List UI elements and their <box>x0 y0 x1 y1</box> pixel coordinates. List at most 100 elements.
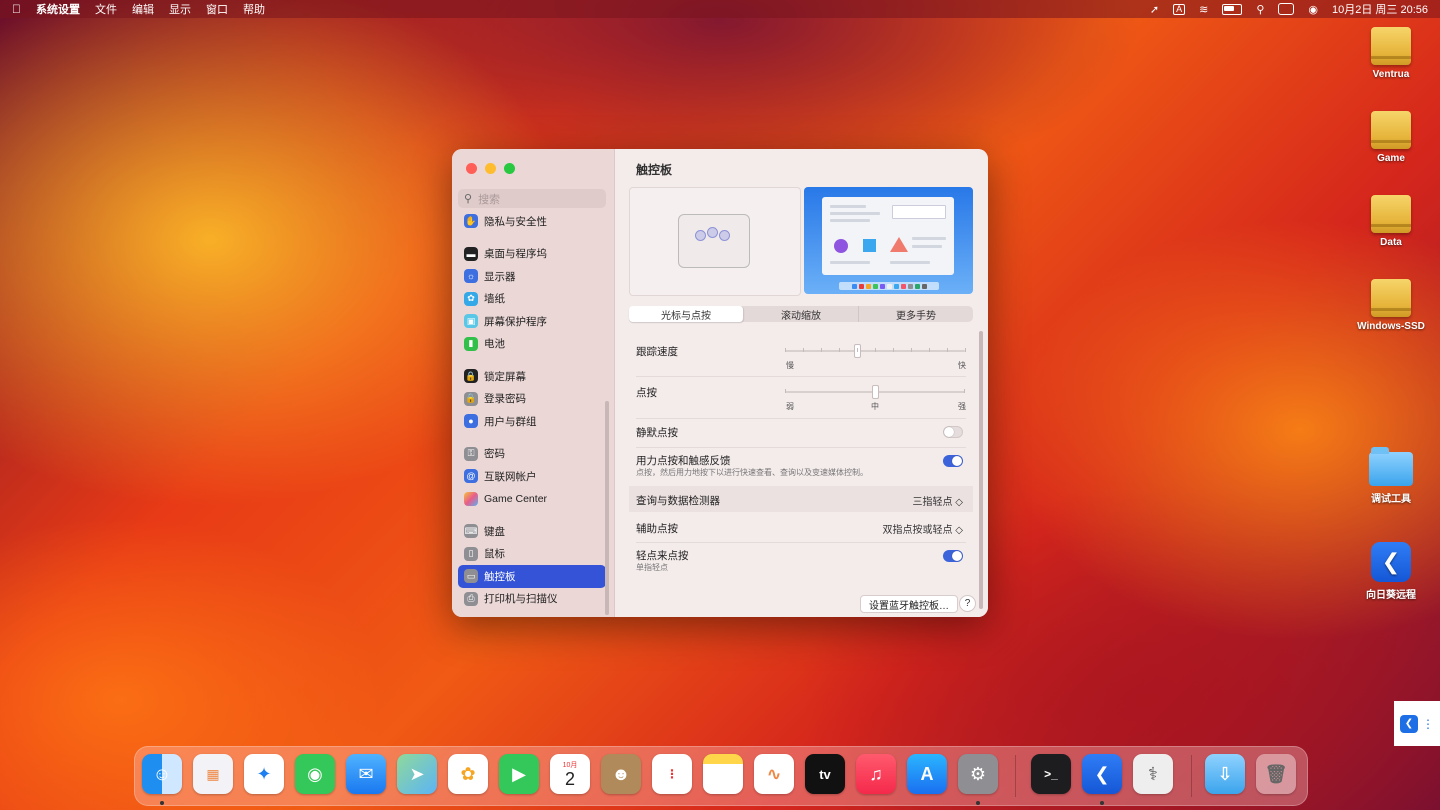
control-center-icon[interactable] <box>1278 3 1295 15</box>
menubar-datetime[interactable]: 10月2日 周三 20:56 <box>1332 1 1428 17</box>
sidebar-item-lock-screen[interactable]: 🔒 锁定屏幕 <box>458 365 606 388</box>
zoom-button[interactable] <box>504 163 515 174</box>
siri-icon[interactable]: ◉ <box>1308 3 1318 16</box>
notes-icon[interactable] <box>703 754 743 794</box>
desktop-drive-ventrua[interactable]: Ventrua <box>1351 27 1431 80</box>
desktop-icon-label: Data <box>1380 237 1402 248</box>
battery-icon[interactable] <box>1222 3 1243 15</box>
music-icon[interactable]: ♫ <box>856 754 896 794</box>
sidebar-item-label: Game Center <box>484 492 548 505</box>
sidebar-item-printers[interactable]: ⎙ 打印机与扫描仪 <box>458 588 606 611</box>
search-input[interactable]: ⚲ 搜索 <box>458 189 606 208</box>
desktop-app-sunlogin[interactable]: ❮ 向日葵远程 <box>1351 542 1431 601</box>
mail-icon[interactable]: ✉ <box>346 754 386 794</box>
setup-bluetooth-trackpad-button[interactable]: 设置蓝牙触控板… <box>860 595 958 613</box>
desktop-drive-data[interactable]: Data <box>1351 195 1431 248</box>
click-pressure-row: 点按 弱 中 强 <box>629 383 973 419</box>
drive-icon <box>1371 111 1411 149</box>
sidebar-item-desktop-dock[interactable]: ▬ 桌面与程序坞 <box>458 243 606 266</box>
reminders-icon[interactable]: ⋮ <box>652 754 692 794</box>
medium-label: 中 <box>871 402 879 411</box>
apple-tv-icon[interactable]: tv <box>805 754 845 794</box>
photos-icon[interactable]: ✿ <box>448 754 488 794</box>
input-source-indicator[interactable]: A <box>1173 3 1186 15</box>
trash-icon[interactable]: 🗑 <box>1256 754 1296 794</box>
freeform-icon[interactable]: ∿ <box>754 754 794 794</box>
sidebar-item-label: 屏幕保护程序 <box>484 315 547 328</box>
minimize-button[interactable] <box>485 163 496 174</box>
apple-menu-icon[interactable]:  <box>12 2 21 16</box>
tap-to-click-toggle[interactable] <box>943 550 963 562</box>
maps-icon[interactable]: ➤ <box>397 754 437 794</box>
sidebar-item-screensaver[interactable]: ▣ 屏幕保护程序 <box>458 310 606 333</box>
sidebar-item-login-password[interactable]: 🔒 登录密码 <box>458 388 606 411</box>
app-menu[interactable]: 系统设置 <box>36 1 80 17</box>
battery-icon: ▮ <box>464 336 478 351</box>
menu-edit[interactable]: 编辑 <box>132 1 154 17</box>
lookup-select[interactable]: 三指轻点 ◇ <box>913 493 963 508</box>
sidebar-item-internet-accounts[interactable]: @ 互联网帐户 <box>458 465 606 488</box>
terminal-icon[interactable]: >_ <box>1031 754 1071 794</box>
force-click-toggle[interactable] <box>943 455 963 467</box>
menu-file[interactable]: 文件 <box>95 1 117 17</box>
slow-label: 慢 <box>786 361 794 370</box>
downloads-folder-icon[interactable]: ⇩ <box>1205 754 1245 794</box>
calendar-icon[interactable]: 10月 2 <box>550 754 590 794</box>
silent-click-toggle[interactable] <box>943 426 963 438</box>
sidebar-item-label: 墙纸 <box>484 293 505 306</box>
sunlogin-floating-widget[interactable]: ❮ ⋮ <box>1394 701 1440 746</box>
sidebar-item-passwords[interactable]: ⚿ 密码 <box>458 443 606 466</box>
key-icon: ⚿ <box>464 446 478 461</box>
system-settings-icon[interactable]: ⚙ <box>958 754 998 794</box>
app-store-icon[interactable]: A <box>907 754 947 794</box>
slider-tick <box>929 348 930 352</box>
more-options-icon[interactable]: ⋮ <box>1422 717 1434 731</box>
sidebar-item-privacy[interactable]: ✋ 隐私与安全性 <box>458 210 606 233</box>
sidebar-item-users-groups[interactable]: ● 用户与群组 <box>458 410 606 433</box>
trackpad-illustration <box>678 214 750 268</box>
sunlogin-icon[interactable]: ❮ <box>1082 754 1122 794</box>
secondary-click-select[interactable]: 双指点按或轻点 ◇ <box>883 521 963 536</box>
lookup-row[interactable]: 查询与数据检测器 三指轻点 ◇ <box>629 486 973 512</box>
sidebar: ⚲ 搜索 ✋ 隐私与安全性 ▬ 桌面与程序坞 ☼ 显示器 ✿ 墙纸 ▣ 屏幕保护… <box>452 149 615 617</box>
sidebar-item-displays[interactable]: ☼ 显示器 <box>458 265 606 288</box>
search-icon: ⚲ <box>464 193 473 205</box>
settings-panel: 跟踪速度 慢 快 点按 弱 中 强 静默点按 用力点按和触感反馈 点按，然后用力… <box>629 336 975 581</box>
menu-view[interactable]: 显示 <box>169 1 191 17</box>
facetime-icon[interactable]: ▶ <box>499 754 539 794</box>
desktop-drive-game[interactable]: Game <box>1351 111 1431 164</box>
sidebar-item-label: 用户与群组 <box>484 415 537 428</box>
desktop-drive-windows-ssd[interactable]: Windows-SSD <box>1351 279 1431 332</box>
sidebar-item-trackpad[interactable]: ▭ 触控板 <box>458 565 606 588</box>
tab-point-click[interactable]: 光标与点按 <box>629 306 744 322</box>
wifi-icon[interactable]: ≋ <box>1199 3 1208 16</box>
sidebar-item-mouse[interactable]: ▯ 鼠标 <box>458 543 606 566</box>
trackpad-icon: ▭ <box>464 569 478 584</box>
tab-more-gestures[interactable]: 更多手势 <box>859 306 973 322</box>
sidebar-list: ✋ 隐私与安全性 ▬ 桌面与程序坞 ☼ 显示器 ✿ 墙纸 ▣ 屏幕保护程序 ▮ <box>458 213 606 610</box>
sidebar-item-game-center[interactable]: Game Center <box>458 488 606 511</box>
finder-icon[interactable]: ☺ <box>142 754 182 794</box>
safari-icon[interactable]: ✦ <box>244 754 284 794</box>
running-indicator <box>976 801 980 805</box>
click-pressure-knob[interactable] <box>872 385 879 399</box>
close-button[interactable] <box>466 163 477 174</box>
force-click-description: 点按，然后用力地按下以进行快速查看、查询以及变速媒体控制。 <box>636 468 868 477</box>
main-scrollbar[interactable] <box>979 331 983 609</box>
sidebar-scrollbar[interactable] <box>605 401 609 615</box>
disk-utility-icon[interactable]: ⚕ <box>1133 754 1173 794</box>
sidebar-item-keyboard[interactable]: ⌨ 键盘 <box>458 520 606 543</box>
contacts-icon[interactable]: ☻ <box>601 754 641 794</box>
dock-icon: ▬ <box>464 246 478 261</box>
messages-icon[interactable]: ◉ <box>295 754 335 794</box>
help-button[interactable]: ? <box>959 595 976 612</box>
remote-control-icon[interactable]: ➚ <box>1150 3 1159 16</box>
sidebar-item-battery[interactable]: ▮ 电池 <box>458 333 606 356</box>
menu-window[interactable]: 窗口 <box>206 1 228 17</box>
launchpad-icon[interactable]: ▦ <box>193 754 233 794</box>
tab-scroll-zoom[interactable]: 滚动缩放 <box>744 306 859 322</box>
menu-help[interactable]: 帮助 <box>243 1 265 17</box>
sidebar-item-wallpaper[interactable]: ✿ 墙纸 <box>458 288 606 311</box>
desktop-folder-debug-tools[interactable]: 调试工具 <box>1351 447 1431 505</box>
spotlight-search-icon[interactable]: ⚲ <box>1256 3 1264 16</box>
